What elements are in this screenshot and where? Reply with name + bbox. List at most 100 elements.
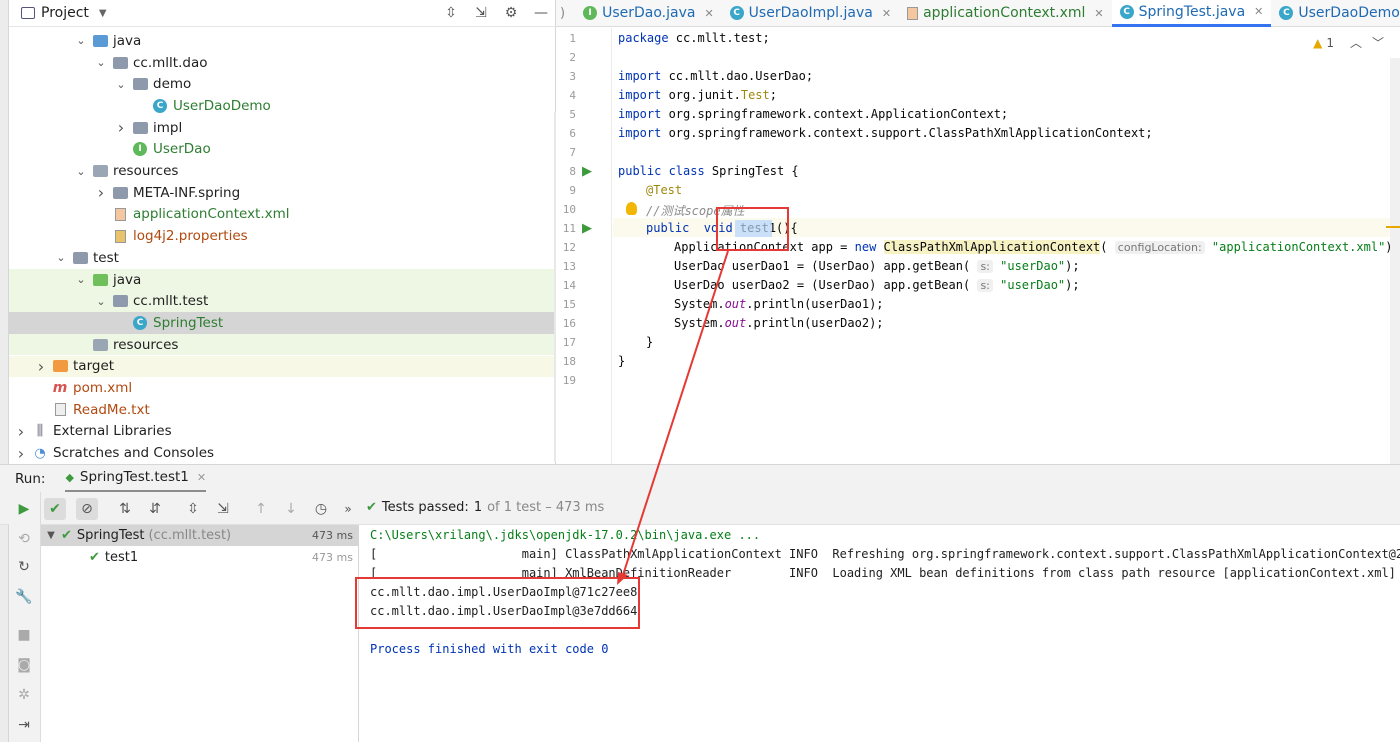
tree-item-label: test	[93, 249, 119, 266]
tree-item-scratches-and-consoles[interactable]: › ◔ Scratches and Consoles	[9, 442, 556, 464]
tree-item-readme-txt[interactable]: ReadMe.txt	[9, 399, 556, 421]
code-line-5: import org.springframework.context.Appli…	[618, 107, 1008, 121]
warning-indicator[interactable]: ▲ 1 ︿ ﹀	[1313, 34, 1384, 51]
tree-item-external-libraries[interactable]: › ⫼ External Libraries	[9, 421, 556, 443]
console-output[interactable]: C:\Users\xrilang\.jdks\openjdk-17.0.2\bi…	[360, 525, 1400, 742]
run-config-tab[interactable]: ◆ SpringTest.test1 ✕	[65, 465, 207, 493]
check-icon: ✔	[366, 500, 377, 515]
collapse-all-icon[interactable]: ⇲	[212, 498, 234, 520]
close-icon[interactable]: ✕	[704, 7, 713, 20]
close-icon[interactable]: ✕	[197, 471, 206, 484]
test-node-class[interactable]: ▼ ✔ SpringTest (cc.mllt.test) 473 ms	[41, 525, 358, 546]
gear-icon[interactable]: ⚙	[502, 4, 520, 22]
editor-scrollbar[interactable]	[1390, 58, 1400, 470]
tree-item-userdaodemo[interactable]: C UserDaoDemo	[9, 95, 556, 117]
more-icon[interactable]: »	[337, 498, 359, 520]
tab-userdaoimpl-java[interactable]: C UserDaoImpl.java ✕	[722, 0, 899, 27]
code-text: SpringTest {	[704, 164, 799, 178]
tab-userdao-java[interactable]: I UserDao.java ✕	[575, 0, 722, 27]
icon-glyph	[112, 295, 128, 308]
tree-item-meta-inf-spring[interactable]: › META-INF.spring	[9, 182, 556, 204]
tree-item-test[interactable]: ⌄ test	[9, 247, 556, 269]
show-passed-icon[interactable]: ✔	[44, 498, 66, 520]
tree-item-java[interactable]: ⌄ java	[9, 268, 556, 291]
tree-item-log4j2-properties[interactable]: log4j2.properties	[9, 225, 556, 247]
chevron-down-icon[interactable]: ⌄	[94, 295, 108, 308]
tab-springtest-java[interactable]: C SpringTest.java ✕	[1111, 0, 1272, 27]
chevron-right-icon[interactable]: ›	[94, 183, 108, 202]
chevron-up-icon[interactable]: ︿	[1350, 34, 1362, 51]
tab-userdaodemo-java[interactable]: CUserDaoDemo.java✕	[1271, 0, 1400, 27]
chevron-down-icon[interactable]: ⌄	[94, 56, 108, 69]
tree-item-label: resources	[113, 336, 179, 353]
close-icon[interactable]: ✕	[1094, 7, 1103, 20]
tree-item-impl[interactable]: › impl	[9, 117, 556, 139]
sort-alpha-icon[interactable]: ⇅	[114, 498, 136, 520]
history-icon[interactable]: ◷	[310, 498, 332, 520]
show-ignored-icon[interactable]: ⊘	[76, 498, 98, 520]
icon-glyph	[132, 78, 148, 91]
error-stripe-mark[interactable]	[1386, 226, 1400, 228]
folder-icon	[52, 359, 68, 373]
project-view-selector[interactable]: Project ▼	[21, 5, 107, 21]
chevron-right-icon[interactable]: ›	[34, 357, 48, 376]
chevron-down-icon[interactable]: ⌄	[54, 251, 68, 264]
sort-duration-icon[interactable]: ⇵	[144, 498, 166, 520]
tabs-overflow-indicator[interactable]: )	[556, 6, 575, 21]
tree-item-applicationcontext-xml[interactable]: applicationContext.xml	[9, 204, 556, 226]
stop-icon[interactable]: ■	[13, 624, 35, 646]
tree-item-demo[interactable]: ⌄ demo	[9, 73, 556, 95]
chevron-down-icon[interactable]: ▼	[41, 530, 61, 541]
close-icon[interactable]: ✕	[1254, 5, 1263, 18]
lightbulb-icon[interactable]	[626, 202, 637, 215]
chevron-down-icon[interactable]: ⌄	[74, 34, 88, 47]
tree-item-label: applicationContext.xml	[133, 206, 290, 223]
arrow-down-icon[interactable]: ↓	[280, 498, 302, 520]
xml-icon	[907, 6, 919, 20]
chevron-down-icon[interactable]: ﹀	[1372, 34, 1384, 51]
keyword: import	[618, 126, 662, 140]
run-test-method-icon[interactable]: ▶	[582, 221, 592, 236]
expand-all-icon[interactable]: ⇳	[182, 498, 204, 520]
camera-icon[interactable]: ◙	[13, 654, 35, 676]
run-test-class-icon[interactable]: ▶	[582, 164, 592, 179]
tree-item-cc-mllt-test[interactable]: ⌄ cc.mllt.test	[9, 290, 556, 313]
toggle-auto-test-icon[interactable]: ↻	[13, 556, 35, 578]
tab-applicationcontext-xml[interactable]: applicationContext.xml ✕	[899, 0, 1112, 27]
settings-icon[interactable]: ✲	[13, 684, 35, 706]
tree-item-resources[interactable]: resources	[9, 333, 556, 356]
test-node-method[interactable]: ✔ test1 473 ms	[41, 547, 358, 568]
code-class-ref: ClassPathXmlApplicationContext	[883, 240, 1101, 254]
icon-glyph	[112, 186, 128, 199]
chevron-down-icon[interactable]: ⌄	[74, 165, 88, 178]
rerun-icon[interactable]: ▶	[13, 498, 35, 520]
chevron-right-icon[interactable]: ›	[14, 444, 28, 463]
tree-item-target[interactable]: › target	[9, 355, 556, 378]
tree-item-java[interactable]: ⌄ java	[9, 30, 556, 52]
chevron-right-icon[interactable]: ›	[114, 118, 128, 137]
editor-tab-bar: ) I UserDao.java ✕ C UserDaoImpl.java ✕ applic…	[556, 0, 1400, 27]
code-text: (	[1100, 240, 1108, 254]
arrow-up-icon[interactable]: ↑	[250, 498, 272, 520]
minimize-icon[interactable]: —	[532, 4, 550, 22]
exit-icon[interactable]: ⇥	[13, 714, 35, 736]
collapse-all-icon[interactable]: ⇲	[472, 4, 490, 22]
close-icon[interactable]: ✕	[882, 7, 891, 20]
wrench-icon[interactable]: 🔧	[13, 586, 35, 608]
tree-item-resources[interactable]: ⌄ resources	[9, 160, 556, 182]
code-editor[interactable]: 1 2 3 4 5 6 7 8 9 10 11 12 13 14 15 16 17 18 19 ▲ 1 ︿ ﹀ pa…	[556, 28, 1400, 470]
run-label: Run:	[15, 470, 46, 487]
chevron-right-icon[interactable]: ›	[14, 422, 28, 441]
expand-all-icon[interactable]: ⇳	[442, 4, 460, 22]
tree-item-label: ReadMe.txt	[73, 401, 150, 418]
code-text: UserDao userDao1 = (UserDao) app.getBean…	[674, 259, 971, 273]
chevron-down-icon[interactable]: ⌄	[74, 273, 88, 286]
tree-item-cc-mllt-dao[interactable]: ⌄ cc.mllt.dao	[9, 52, 556, 74]
rerun-failed-icon[interactable]: ⟲	[13, 528, 35, 550]
tree-item-pom-xml[interactable]: m pom.xml	[9, 377, 556, 399]
chevron-down-icon[interactable]: ⌄	[114, 78, 128, 91]
tree-item-springtest[interactable]: C SpringTest	[9, 312, 556, 334]
line-number: 12	[562, 241, 576, 254]
tree-item-userdao[interactable]: I UserDao	[9, 139, 556, 161]
string-literal: "userDao"	[1000, 278, 1066, 292]
